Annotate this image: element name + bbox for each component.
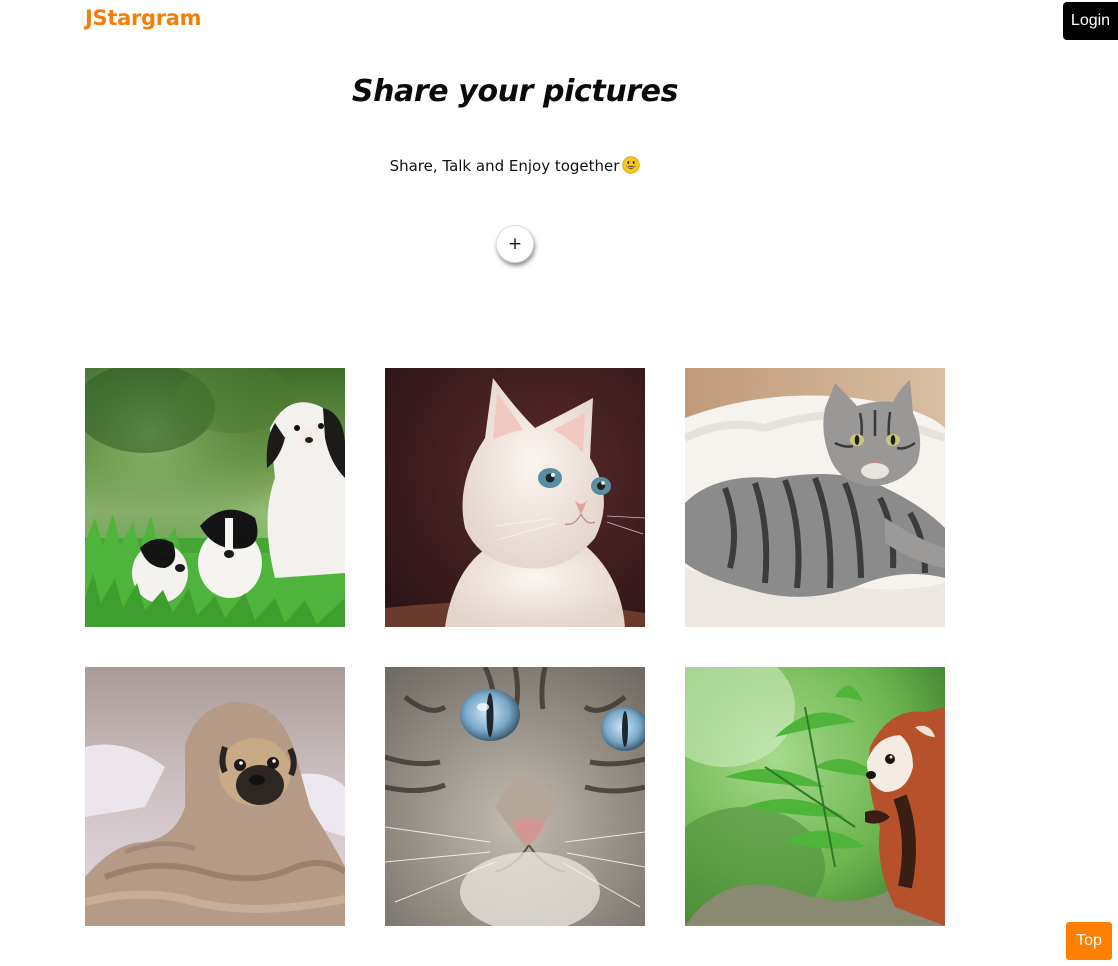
grinning-face-icon — [622, 156, 641, 174]
gallery-item-tabby-cat[interactable] — [685, 368, 945, 627]
hero-title: Share your pictures — [351, 74, 679, 109]
page: JStargram Login Share your pictures Shar… — [0, 0, 1118, 966]
gallery-item-cat-closeup[interactable] — [385, 667, 645, 926]
add-picture-button[interactable]: + — [496, 225, 534, 263]
hero-subtitle-text: Share, Talk and Enjoy together — [389, 157, 620, 175]
tabby-cat-photo — [685, 368, 945, 627]
white-kitten-photo — [385, 368, 645, 627]
gallery-item-pug[interactable] — [85, 667, 345, 926]
brand-logo[interactable]: JStargram — [85, 6, 202, 30]
login-button[interactable]: Login — [1063, 2, 1118, 40]
pug-photo — [85, 667, 345, 926]
scroll-top-button[interactable]: Top — [1066, 922, 1112, 960]
hero-subtitle: Share, Talk and Enjoy together — [0, 156, 1030, 175]
cat-closeup-photo — [385, 667, 645, 926]
gallery-item-red-panda[interactable] — [685, 667, 945, 926]
gallery-item-white-kitten[interactable] — [385, 368, 645, 627]
gallery-item-puppies[interactable] — [85, 368, 345, 627]
puppies-photo — [85, 368, 345, 627]
picture-gallery — [85, 368, 945, 926]
red-panda-photo — [685, 667, 945, 926]
